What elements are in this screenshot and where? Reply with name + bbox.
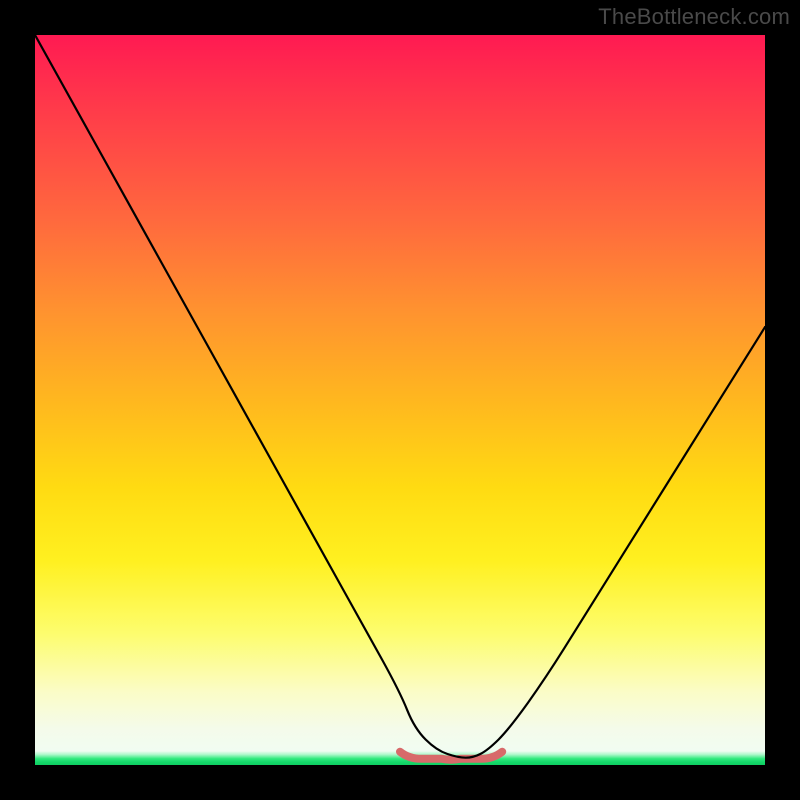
curve-layer — [35, 35, 765, 765]
plot-area — [35, 35, 765, 765]
watermark-text: TheBottleneck.com — [598, 4, 790, 30]
chart-frame: TheBottleneck.com — [0, 0, 800, 800]
bottleneck-curve — [35, 35, 765, 758]
